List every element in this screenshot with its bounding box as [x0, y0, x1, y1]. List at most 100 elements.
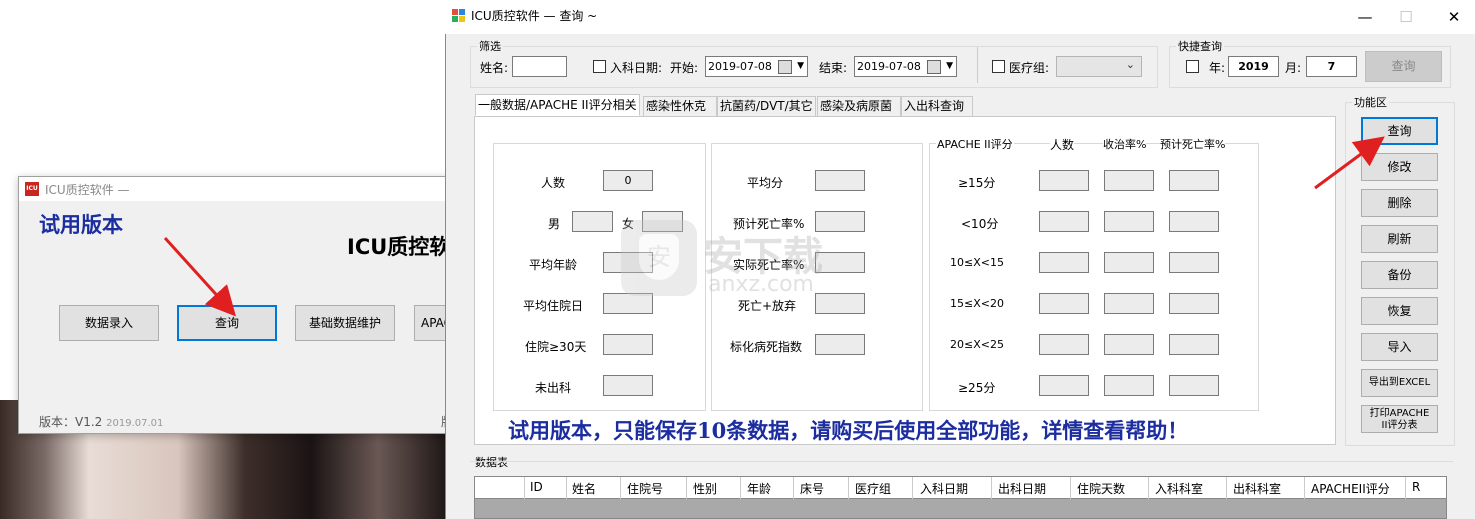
- filter-legend: 筛选: [479, 40, 501, 53]
- year-input[interactable]: 2019: [1228, 56, 1279, 77]
- tab-general-apache[interactable]: 一般数据/APACHE II评分相关: [475, 94, 640, 116]
- name-input[interactable]: [512, 56, 567, 77]
- team-select[interactable]: ⌄: [1056, 56, 1142, 77]
- close-button[interactable]: ✕: [1439, 6, 1469, 28]
- export-excel-button[interactable]: 导出到EXCEL: [1361, 369, 1438, 397]
- apache-row-label: 20≤X<25: [950, 338, 1004, 351]
- print-apache-label-1: 打印APACHE: [1369, 408, 1430, 419]
- apache-stat-cell: [1104, 375, 1154, 396]
- import-button[interactable]: 导入: [1361, 333, 1438, 361]
- print-apache-button[interactable]: 打印APACHE II评分表: [1361, 405, 1438, 433]
- tab-infection-pathogen[interactable]: 感染及病原菌: [817, 96, 901, 117]
- quick-query-legend: 快捷查询: [1178, 40, 1222, 53]
- data-entry-button[interactable]: 数据录入: [59, 305, 159, 341]
- year-label: 年:: [1209, 61, 1226, 75]
- tab-admission-discharge[interactable]: 入出科查询: [901, 96, 973, 117]
- apache-stat-cell: [1104, 293, 1154, 314]
- tab-septic-shock[interactable]: 感染性休克: [643, 96, 717, 117]
- column-header[interactable]: 住院号: [627, 480, 663, 497]
- stay30-label: 住院≥30天: [525, 340, 587, 354]
- not-discharged-value: [603, 375, 653, 396]
- end-date-picker[interactable]: 2019-07-08 ▼: [854, 56, 957, 77]
- apache-stat-cell: [1039, 252, 1089, 273]
- column-separator: [1226, 477, 1227, 499]
- window-title: ICU质控软件 —: [45, 183, 130, 197]
- apache-stat-cell: [1039, 211, 1089, 232]
- apache-stat-cell: [1169, 334, 1219, 355]
- calendar-icon: [927, 60, 941, 74]
- column-separator: [848, 477, 849, 499]
- column-header[interactable]: 出科日期: [998, 480, 1046, 497]
- column-header[interactable]: ID: [530, 480, 543, 494]
- restore-button[interactable]: 恢复: [1361, 297, 1438, 325]
- pred-mortality-header: 预计死亡率%: [1160, 136, 1226, 152]
- refresh-button[interactable]: 刷新: [1361, 225, 1438, 253]
- window-title: ICU质控软件 — 查询 ~: [471, 9, 598, 23]
- column-header[interactable]: 年龄: [747, 480, 771, 497]
- column-header[interactable]: 医疗组: [855, 480, 891, 497]
- minimize-button[interactable]: —: [1350, 6, 1380, 28]
- version-date: 2019.07.01: [106, 418, 164, 429]
- backup-button[interactable]: 备份: [1361, 261, 1438, 289]
- divider: [977, 47, 978, 83]
- edit-button[interactable]: 修改: [1361, 153, 1438, 181]
- start-date-value: 2019-07-08: [708, 60, 772, 73]
- version-label: 版本：V1.2: [39, 415, 103, 429]
- main-menu-window: ICU ICU质控软件 — 试用版本 ICU质控软件 数据录入 查询 基础数据维…: [18, 176, 514, 434]
- version-info: 版本：V1.2 2019.07.01: [39, 413, 163, 430]
- apache-stat-cell: [1169, 211, 1219, 232]
- month-input[interactable]: 7: [1306, 56, 1357, 77]
- avg-score-value: [815, 170, 865, 191]
- column-separator: [686, 477, 687, 499]
- calendar-icon: [778, 60, 792, 74]
- app-logo-icon: ICU: [25, 182, 39, 196]
- column-separator: [1405, 477, 1406, 499]
- column-header[interactable]: 性别: [693, 480, 717, 497]
- apache-row-label: 15≤X<20: [950, 297, 1004, 310]
- column-header[interactable]: 入科日期: [920, 480, 968, 497]
- delete-button[interactable]: 删除: [1361, 189, 1438, 217]
- column-header[interactable]: 床号: [800, 480, 824, 497]
- apache-stat-cell: [1039, 334, 1089, 355]
- column-separator: [740, 477, 741, 499]
- apache-row-label: <10分: [961, 217, 999, 231]
- apache-stat-cell: [1169, 375, 1219, 396]
- apache-stat-cell: [1169, 293, 1219, 314]
- basic-data-button[interactable]: 基础数据维护: [295, 305, 395, 341]
- data-table-legend: 数据表: [475, 456, 508, 469]
- column-header[interactable]: R: [1412, 480, 1420, 494]
- male-label: 男: [548, 217, 561, 231]
- end-date-label: 结束:: [819, 61, 848, 75]
- quick-query-checkbox[interactable]: [1186, 60, 1199, 73]
- admission-rate-header: 收治率%: [1103, 136, 1147, 152]
- column-separator: [620, 477, 621, 499]
- column-separator: [991, 477, 992, 499]
- query-titlebar[interactable]: ICU质控软件 — 查询 ~ — ☐ ✕: [445, 0, 1475, 34]
- column-header[interactable]: 姓名: [572, 480, 596, 497]
- count-label: 人数: [541, 176, 566, 190]
- apache-row-label: 10≤X<15: [950, 256, 1004, 269]
- query-button[interactable]: 查询: [1361, 117, 1438, 145]
- admit-date-checkbox[interactable]: [593, 60, 606, 73]
- column-header[interactable]: 入科科室: [1155, 480, 1203, 497]
- column-header[interactable]: 出科科室: [1233, 480, 1281, 497]
- apache-stat-cell: [1039, 170, 1089, 191]
- column-header[interactable]: APACHEII评分: [1311, 480, 1390, 497]
- team-label: 医疗组:: [1009, 61, 1050, 75]
- apache-stat-cell: [1039, 293, 1089, 314]
- apache-header: APACHE II评分: [936, 136, 1014, 152]
- name-label: 姓名:: [480, 61, 509, 75]
- apache-stat-cell: [1039, 375, 1089, 396]
- shield-icon: 安: [621, 220, 697, 296]
- trial-notice: 试用版本，只能保存10条数据，请购买后使用全部功能，详情查看帮助！: [508, 418, 1189, 443]
- team-checkbox[interactable]: [992, 60, 1005, 73]
- maximize-button[interactable]: ☐: [1391, 6, 1421, 28]
- main-menu-titlebar[interactable]: ICU ICU质控软件 —: [19, 177, 457, 201]
- apache-stat-cell: [1169, 252, 1219, 273]
- column-header[interactable]: 住院天数: [1077, 480, 1125, 497]
- function-area-legend: 功能区: [1354, 96, 1387, 109]
- quick-query-button[interactable]: 查询: [1365, 51, 1442, 82]
- query-button[interactable]: 查询: [177, 305, 277, 341]
- start-date-picker[interactable]: 2019-07-08 ▼: [705, 56, 808, 77]
- tab-antibiotics-dvt[interactable]: 抗菌药/DVT/其它: [717, 96, 816, 117]
